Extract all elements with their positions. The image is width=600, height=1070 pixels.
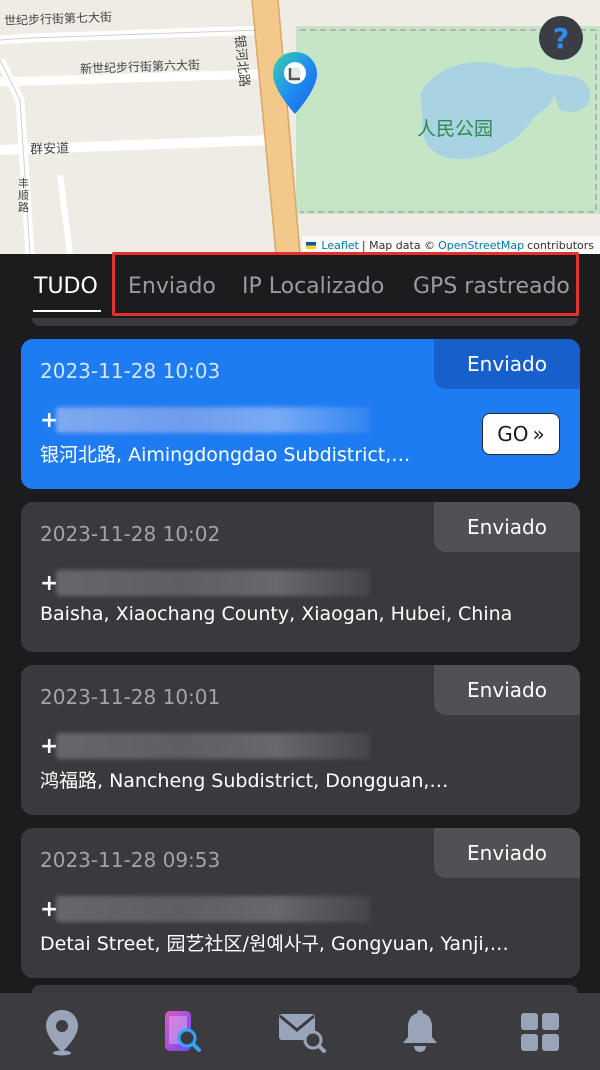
- status-badge: Enviado: [434, 339, 580, 389]
- list-item[interactable]: 2023-11-28 10:02 Enviado + Baisha, Xiaoc…: [21, 502, 580, 652]
- record-contact: +: [40, 892, 370, 926]
- screen: 世纪步行街第七大街 新世纪步行街第六大街 群安道 丰顺路 银河北路 人民公园 ?: [0, 0, 600, 1070]
- redacted-phone: [56, 896, 370, 922]
- record-contact: +: [40, 729, 370, 763]
- contact-prefix: +: [40, 896, 59, 922]
- nav-locate[interactable]: [37, 1007, 87, 1057]
- list-item[interactable]: 2023-11-28 10:03 Enviado + 银河北路, Aimingd…: [21, 339, 580, 489]
- record-address: Baisha, Xiaochang County, Xiaogan, Hubei…: [40, 603, 513, 625]
- contact-prefix: +: [40, 570, 59, 596]
- list-item-partial: [32, 318, 578, 326]
- status-badge: Enviado: [434, 502, 580, 552]
- record-address: 鸿福路, Nancheng Subdistrict, Dongguan,…: [40, 770, 449, 792]
- bell-icon: [403, 1010, 437, 1052]
- record-date: 2023-11-28 10:02: [40, 522, 221, 546]
- contact-prefix: +: [40, 733, 59, 759]
- record-address: 银河北路, Aimingdongdao Subdistrict,…: [40, 444, 411, 466]
- contact-prefix: +: [40, 407, 59, 433]
- nav-apps[interactable]: [515, 1007, 565, 1057]
- tab-all[interactable]: TUDO: [34, 274, 98, 299]
- ukraine-flag-icon: [306, 241, 317, 249]
- record-list[interactable]: 2023-11-28 10:03 Enviado + 银河北路, Aimingd…: [0, 318, 600, 993]
- active-tab-indicator: [33, 310, 101, 312]
- location-pin-icon: [46, 1010, 78, 1056]
- bottom-navigation: [0, 993, 600, 1070]
- map-tiles: [0, 0, 600, 254]
- record-date: 2023-11-28 09:53: [40, 848, 221, 872]
- nav-phone-search[interactable]: [156, 1007, 206, 1057]
- double-chevron-right-icon: »: [532, 422, 545, 446]
- phone-search-icon: [165, 1011, 201, 1052]
- nav-mail-search[interactable]: [277, 1007, 327, 1057]
- osm-link[interactable]: OpenStreetMap: [438, 239, 524, 252]
- record-contact: +: [40, 566, 370, 600]
- status-badge: Enviado: [434, 665, 580, 715]
- go-button[interactable]: GO »: [482, 413, 560, 455]
- list-item-partial: [32, 985, 578, 993]
- tabs-highlight-box: [112, 252, 579, 316]
- mail-search-icon: [279, 1014, 326, 1053]
- apps-grid-icon: [521, 1013, 559, 1051]
- redacted-phone: [56, 407, 370, 433]
- record-date: 2023-11-28 10:03: [40, 359, 221, 383]
- list-item[interactable]: 2023-11-28 10:01 Enviado + 鸿福路, Nancheng…: [21, 665, 580, 815]
- record-contact: +: [40, 403, 370, 437]
- status-badge: Enviado: [434, 828, 580, 878]
- question-icon: ?: [552, 21, 570, 55]
- list-item[interactable]: 2023-11-28 09:53 Enviado + Detai Street,…: [21, 828, 580, 978]
- help-button[interactable]: ?: [539, 16, 583, 60]
- road-label: 群安道: [29, 141, 70, 158]
- go-label: GO: [497, 422, 529, 446]
- leaflet-link[interactable]: Leaflet: [321, 239, 358, 252]
- nav-notifications[interactable]: [395, 1007, 445, 1057]
- attribution-text: contributors: [527, 238, 594, 252]
- record-date: 2023-11-28 10:01: [40, 685, 221, 709]
- redacted-phone: [56, 733, 370, 759]
- park-label: 人民公园: [417, 118, 494, 140]
- road-label: 丰顺路: [18, 177, 29, 214]
- redacted-phone: [56, 570, 370, 596]
- map-view[interactable]: 世纪步行街第七大街 新世纪步行街第六大街 群安道 丰顺路 银河北路 人民公园 ?: [0, 0, 600, 254]
- record-address: Detai Street, 园艺社区/원예사구, Gongyuan, Yanji…: [40, 933, 509, 955]
- attribution-text: | Map data ©: [361, 238, 436, 252]
- location-pin-icon[interactable]: [270, 50, 320, 116]
